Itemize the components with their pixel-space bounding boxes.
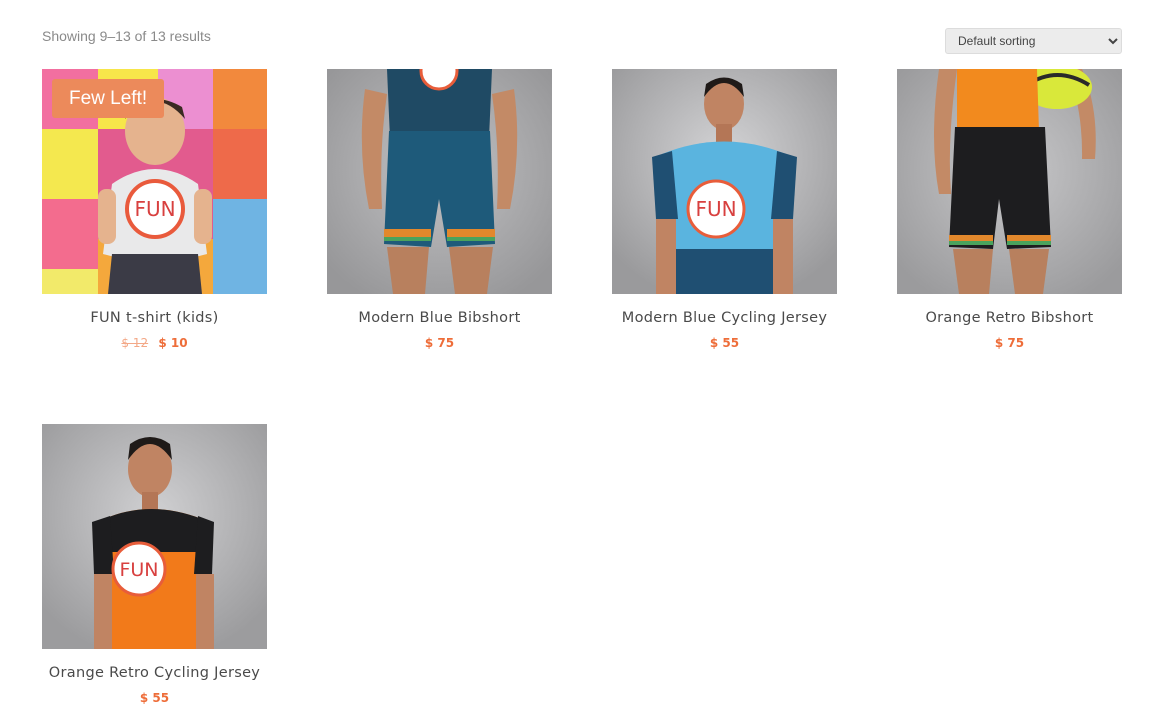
product-price: $ 12 $ 10 [42,336,267,350]
product-title[interactable]: FUN t-shirt (kids) [42,310,267,326]
product-title[interactable]: Orange Retro Bibshort [897,310,1122,326]
product-sale-price: $ 55 [139,691,170,705]
product-title[interactable]: Orange Retro Cycling Jersey [42,665,267,681]
product-sale-price: $ 55 [709,336,740,350]
product-card[interactable]: FUN Orange Retro Cycling Jersey $ 55 [42,424,267,705]
product-sale-price: $ 75 [424,336,455,350]
product-title[interactable]: Modern Blue Bibshort [327,310,552,326]
svg-text:FUN: FUN [695,197,736,221]
product-card[interactable]: Modern Blue Bibshort $ 75 [327,69,552,350]
svg-text:FUN: FUN [134,197,175,221]
product-price: $ 55 [612,336,837,350]
product-card[interactable]: Orange Retro Bibshort $ 75 [897,69,1122,350]
product-old-price: $ 12 [121,336,149,350]
product-image[interactable]: FUN [42,424,267,649]
product-sale-price: $ 75 [994,336,1025,350]
product-title[interactable]: Modern Blue Cycling Jersey [612,310,837,326]
product-image[interactable] [327,69,552,294]
product-card[interactable]: FUN Modern Blue Cycling Jersey $ 55 [612,69,837,350]
product-price: $ 55 [42,691,267,705]
svg-text:FUN: FUN [119,559,158,581]
few-left-badge: Few Left! [52,79,165,118]
product-image[interactable]: FUN [612,69,837,294]
product-price: $ 75 [897,336,1122,350]
product-card[interactable]: FUN Few Left! FUN t-shirt (kids) $ 12 $ … [42,69,267,350]
result-count: Showing 9–13 of 13 results [42,28,211,44]
product-sale-price: $ 10 [158,336,188,350]
product-price: $ 75 [327,336,552,350]
shop-toolbar: Showing 9–13 of 13 results Default sorti… [42,22,1122,56]
sort-select[interactable]: Default sorting [945,28,1122,54]
product-image[interactable] [897,69,1122,294]
product-image[interactable]: FUN Few Left! [42,69,267,294]
